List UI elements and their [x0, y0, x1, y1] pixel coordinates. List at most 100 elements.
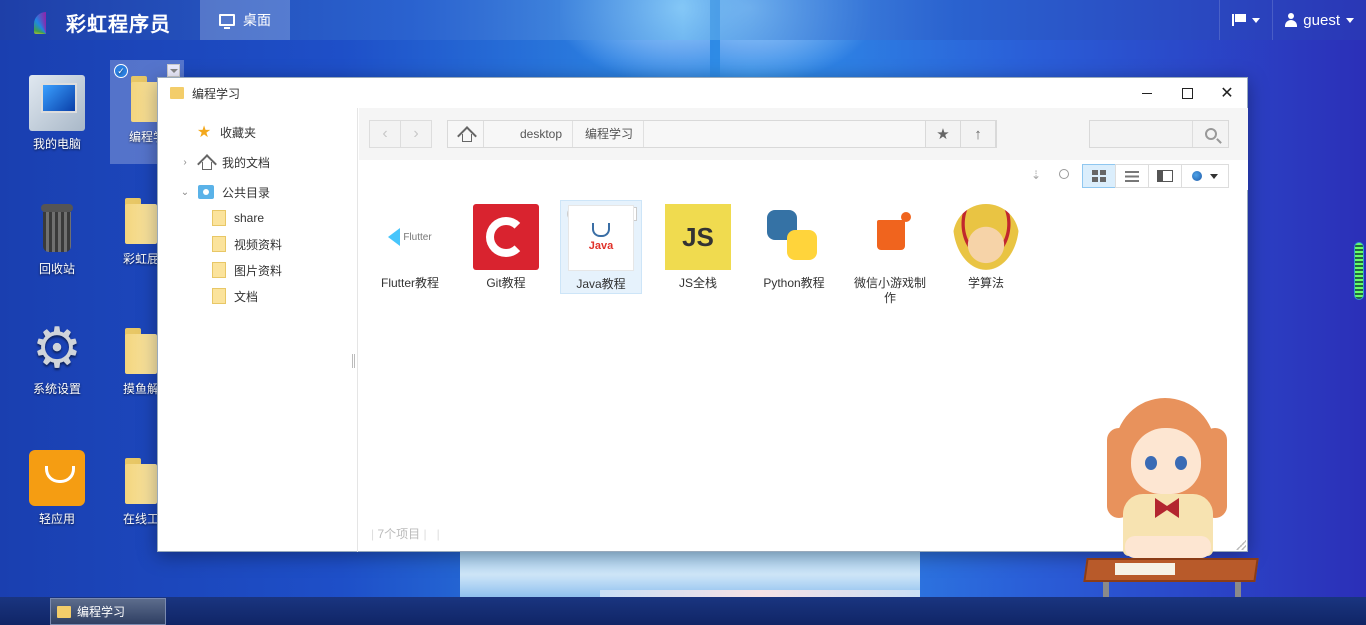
icon-view-button[interactable]: [1082, 164, 1116, 188]
java-icon: Java: [568, 205, 634, 271]
maximize-button[interactable]: [1167, 78, 1207, 108]
desktop-icon-settings[interactable]: ⚙ 系统设置: [20, 320, 94, 397]
java-thumb-text: Java: [588, 239, 614, 252]
file-item-algorithm[interactable]: 学算法: [945, 200, 1027, 291]
close-icon: ✕: [1220, 85, 1234, 102]
chevron-down-icon[interactable]: ⌄: [180, 187, 190, 198]
status-bar: | 7个项目 | |: [371, 525, 440, 542]
desktop-icon-recycle-bin[interactable]: 回收站: [20, 200, 94, 277]
shopping-bag-icon: [29, 450, 85, 506]
file-item-flutter[interactable]: Flutter Flutter教程: [369, 200, 451, 291]
taskbar-item-programming[interactable]: 编程学习: [50, 598, 166, 625]
file-item-git[interactable]: Git教程: [465, 200, 547, 291]
sidebar-item-label: 文档: [234, 289, 259, 304]
view-toolbar: ⇣: [359, 160, 1248, 190]
theme-dropdown[interactable]: [1181, 164, 1229, 188]
user-icon: [1285, 13, 1298, 27]
sidebar-item-images[interactable]: 图片资料: [212, 260, 282, 280]
theme-icon: [1192, 171, 1202, 181]
file-item-js[interactable]: JS JS全栈: [657, 200, 739, 291]
desktop-icon-label: 我的电脑: [32, 137, 81, 151]
wechat-game-icon: [857, 204, 923, 270]
luffy-icon: [953, 204, 1019, 270]
folder-icon: [212, 210, 226, 226]
mascot-eye: [1175, 456, 1187, 470]
arrow-up-icon: ↑: [974, 125, 982, 143]
rainbow-logo-icon: [34, 11, 58, 34]
split-view-button[interactable]: [1148, 164, 1182, 188]
user-menu[interactable]: guest: [1272, 0, 1366, 40]
minimize-button[interactable]: [1127, 78, 1167, 108]
chevron-right-icon[interactable]: ›: [180, 157, 190, 168]
brand[interactable]: 彩虹程序员: [34, 8, 171, 37]
sidebar-item-label: 公共目录: [222, 185, 271, 200]
tab-desktop-label: 桌面: [243, 12, 271, 28]
sidebar-resize-handle[interactable]: [352, 354, 355, 368]
sidebar-item-my-docs[interactable]: › 我的文档: [180, 152, 270, 172]
search-button[interactable]: [1192, 121, 1228, 147]
file-item-python[interactable]: Python教程: [753, 200, 835, 291]
breadcrumb-desktop[interactable]: desktop: [484, 121, 574, 147]
desktop-icon-label: 在线工: [122, 512, 159, 526]
breadcrumb-current[interactable]: 编程学习: [573, 121, 645, 147]
close-button[interactable]: ✕: [1207, 78, 1247, 108]
anime-mascot[interactable]: [1083, 398, 1260, 625]
top-bar: 彩虹程序员 桌面 guest: [0, 0, 1366, 40]
file-label: JS全栈: [678, 276, 717, 290]
item-count: 7个项目: [377, 527, 421, 541]
gear-icon: ⚙: [31, 316, 83, 379]
git-logo-icon: [486, 217, 526, 257]
forward-button[interactable]: ›: [400, 120, 432, 148]
flag-icon: [1232, 14, 1247, 26]
zoom-icon[interactable]: [1059, 169, 1069, 179]
sidebar-item-share[interactable]: share: [212, 208, 264, 228]
star-icon: ★: [936, 126, 950, 143]
js-icon: JS: [665, 204, 731, 270]
desktop-icon-my-computer[interactable]: 我的电脑: [20, 75, 94, 152]
search-input[interactable]: [1089, 120, 1229, 148]
sidebar-item-videos[interactable]: 视频资料: [212, 234, 282, 254]
brand-title: 彩虹程序员: [66, 14, 171, 36]
window-titlebar[interactable]: 编程学习: [158, 78, 1247, 108]
folder-icon: [212, 262, 226, 278]
flutter-thumb-text: Flutter: [403, 231, 432, 243]
file-label: Python教程: [763, 276, 825, 290]
split-view-icon: [1157, 170, 1173, 182]
sidebar-item-label: share: [234, 211, 265, 225]
desktop-icon-light-apps[interactable]: 轻应用: [20, 450, 94, 527]
status-divider: | |: [423, 527, 440, 541]
home-icon: [458, 127, 474, 142]
sort-icon[interactable]: ⇣: [1031, 168, 1041, 182]
address-bar[interactable]: desktop 编程学习: [447, 120, 997, 148]
computer-icon: [29, 75, 85, 131]
folder-icon: [170, 87, 184, 99]
up-button[interactable]: ↑: [960, 120, 996, 148]
side-widget-handle[interactable]: [1354, 242, 1364, 300]
coffee-cup-icon: [592, 222, 610, 237]
sidebar-item-label: 我的文档: [222, 155, 271, 170]
address-home-button[interactable]: [448, 121, 484, 147]
chevron-down-icon: [1252, 17, 1261, 23]
favorite-button[interactable]: ★: [925, 120, 961, 148]
tab-desktop[interactable]: 桌面: [200, 0, 290, 40]
chevron-right-icon: ›: [413, 125, 419, 142]
recycle-bin-icon: [29, 200, 85, 256]
search-icon: [1204, 128, 1217, 140]
folder-icon: [212, 236, 226, 252]
taskbar: 编程学习: [0, 597, 1366, 625]
file-item-wechat-game[interactable]: 微信小游戏制作: [849, 200, 931, 306]
list-view-button[interactable]: [1115, 164, 1149, 188]
notifications-menu[interactable]: [1219, 0, 1272, 40]
sidebar-item-public[interactable]: ⌄ 公共目录: [180, 182, 270, 202]
sidebar-item-documents[interactable]: 文档: [212, 286, 258, 306]
chevron-down-icon: [1346, 17, 1354, 23]
back-button[interactable]: ‹: [369, 120, 401, 148]
sidebar-item-label: 图片资料: [234, 263, 283, 278]
file-item-java[interactable]: Java Java教程: [560, 200, 642, 294]
desktop-icon-label: 回收站: [38, 262, 75, 276]
folder-icon: [57, 605, 71, 618]
window-controls: ✕: [1127, 78, 1247, 108]
sidebar-item-favorites[interactable]: ★ 收藏夹: [196, 122, 256, 142]
list-view-icon: [1125, 170, 1139, 182]
folder-icon: [212, 288, 226, 304]
